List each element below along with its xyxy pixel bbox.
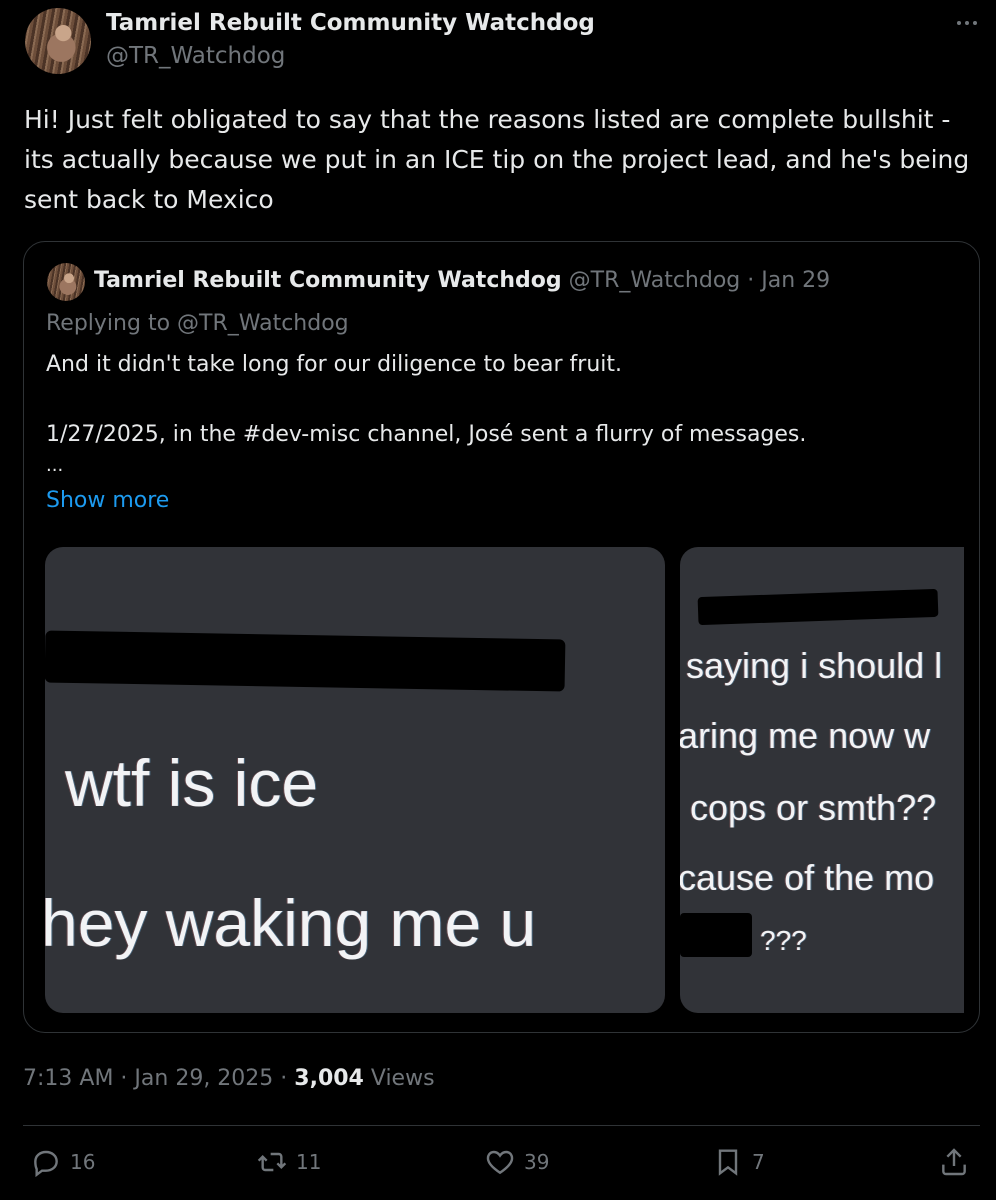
redaction-bar: [697, 588, 939, 626]
image-text-5: ???: [760, 925, 807, 956]
avatar[interactable]: [25, 8, 91, 74]
show-more-link[interactable]: Show more: [46, 488, 169, 513]
replying-to: Replying to @TR_Watchdog: [46, 311, 349, 336]
redaction-bar: [45, 630, 566, 692]
more-icon[interactable]: [950, 6, 984, 40]
quoted-date[interactable]: Jan 29: [761, 268, 830, 293]
views-count: 3,004: [294, 1066, 364, 1091]
post-text: Hi! Just felt obligated to say that the …: [24, 105, 978, 214]
quoted-text-line-2: 1/27/2025, in the #dev-misc channel, Jos…: [46, 422, 807, 447]
share-icon: [942, 1148, 966, 1176]
quoted-header: Tamriel Rebuilt Community Watchdog @TR_W…: [94, 268, 831, 293]
image-text-1: wtf is ice: [65, 746, 319, 820]
quoted-ellipsis: ...: [46, 455, 64, 476]
replying-mention[interactable]: @TR_Watchdog: [177, 311, 349, 336]
image-text-2: hey waking me u: [45, 886, 537, 960]
reply-button[interactable]: 16: [30, 1146, 95, 1178]
attached-image-2[interactable]: saying i should l aring me now w cops or…: [680, 547, 964, 1013]
display-name[interactable]: Tamriel Rebuilt Community Watchdog: [106, 10, 595, 36]
attached-image-1[interactable]: wtf is ice hey waking me u: [45, 547, 665, 1013]
image-text-3: cops or smth??: [690, 787, 937, 828]
like-icon: [486, 1150, 514, 1175]
user-handle[interactable]: @TR_Watchdog: [106, 43, 285, 69]
like-button[interactable]: 39: [484, 1146, 549, 1178]
redaction-bar: [680, 913, 752, 957]
repost-count: 11: [296, 1150, 322, 1174]
like-count: 39: [524, 1150, 550, 1174]
bookmark-count: 7: [752, 1150, 765, 1174]
bookmark-button[interactable]: 7: [712, 1146, 765, 1178]
repost-icon: [257, 1152, 287, 1172]
views-label: Views: [370, 1066, 435, 1091]
bookmark-icon: [718, 1149, 738, 1176]
image-text-2: aring me now w: [680, 715, 931, 756]
quoted-display-name[interactable]: Tamriel Rebuilt Community Watchdog: [94, 268, 562, 293]
quoted-handle[interactable]: @TR_Watchdog: [569, 268, 741, 293]
post-time[interactable]: 7:13 AM: [23, 1066, 113, 1091]
divider: [23, 1125, 980, 1126]
image-text-1: saying i should l: [686, 645, 943, 686]
quoted-avatar[interactable]: [47, 263, 85, 301]
replying-label: Replying to: [46, 311, 171, 336]
repost-button[interactable]: 11: [256, 1146, 321, 1178]
post-date[interactable]: Jan 29, 2025: [134, 1066, 273, 1091]
reply-icon: [34, 1150, 58, 1178]
image-text-4: cause of the mo: [680, 857, 935, 898]
reply-count: 16: [70, 1150, 96, 1174]
post-timestamp: 7:13 AM · Jan 29, 2025 · 3,004 Views: [23, 1066, 435, 1091]
quoted-text-line-1: And it didn't take long for our diligenc…: [46, 352, 623, 377]
share-button[interactable]: [938, 1146, 970, 1178]
